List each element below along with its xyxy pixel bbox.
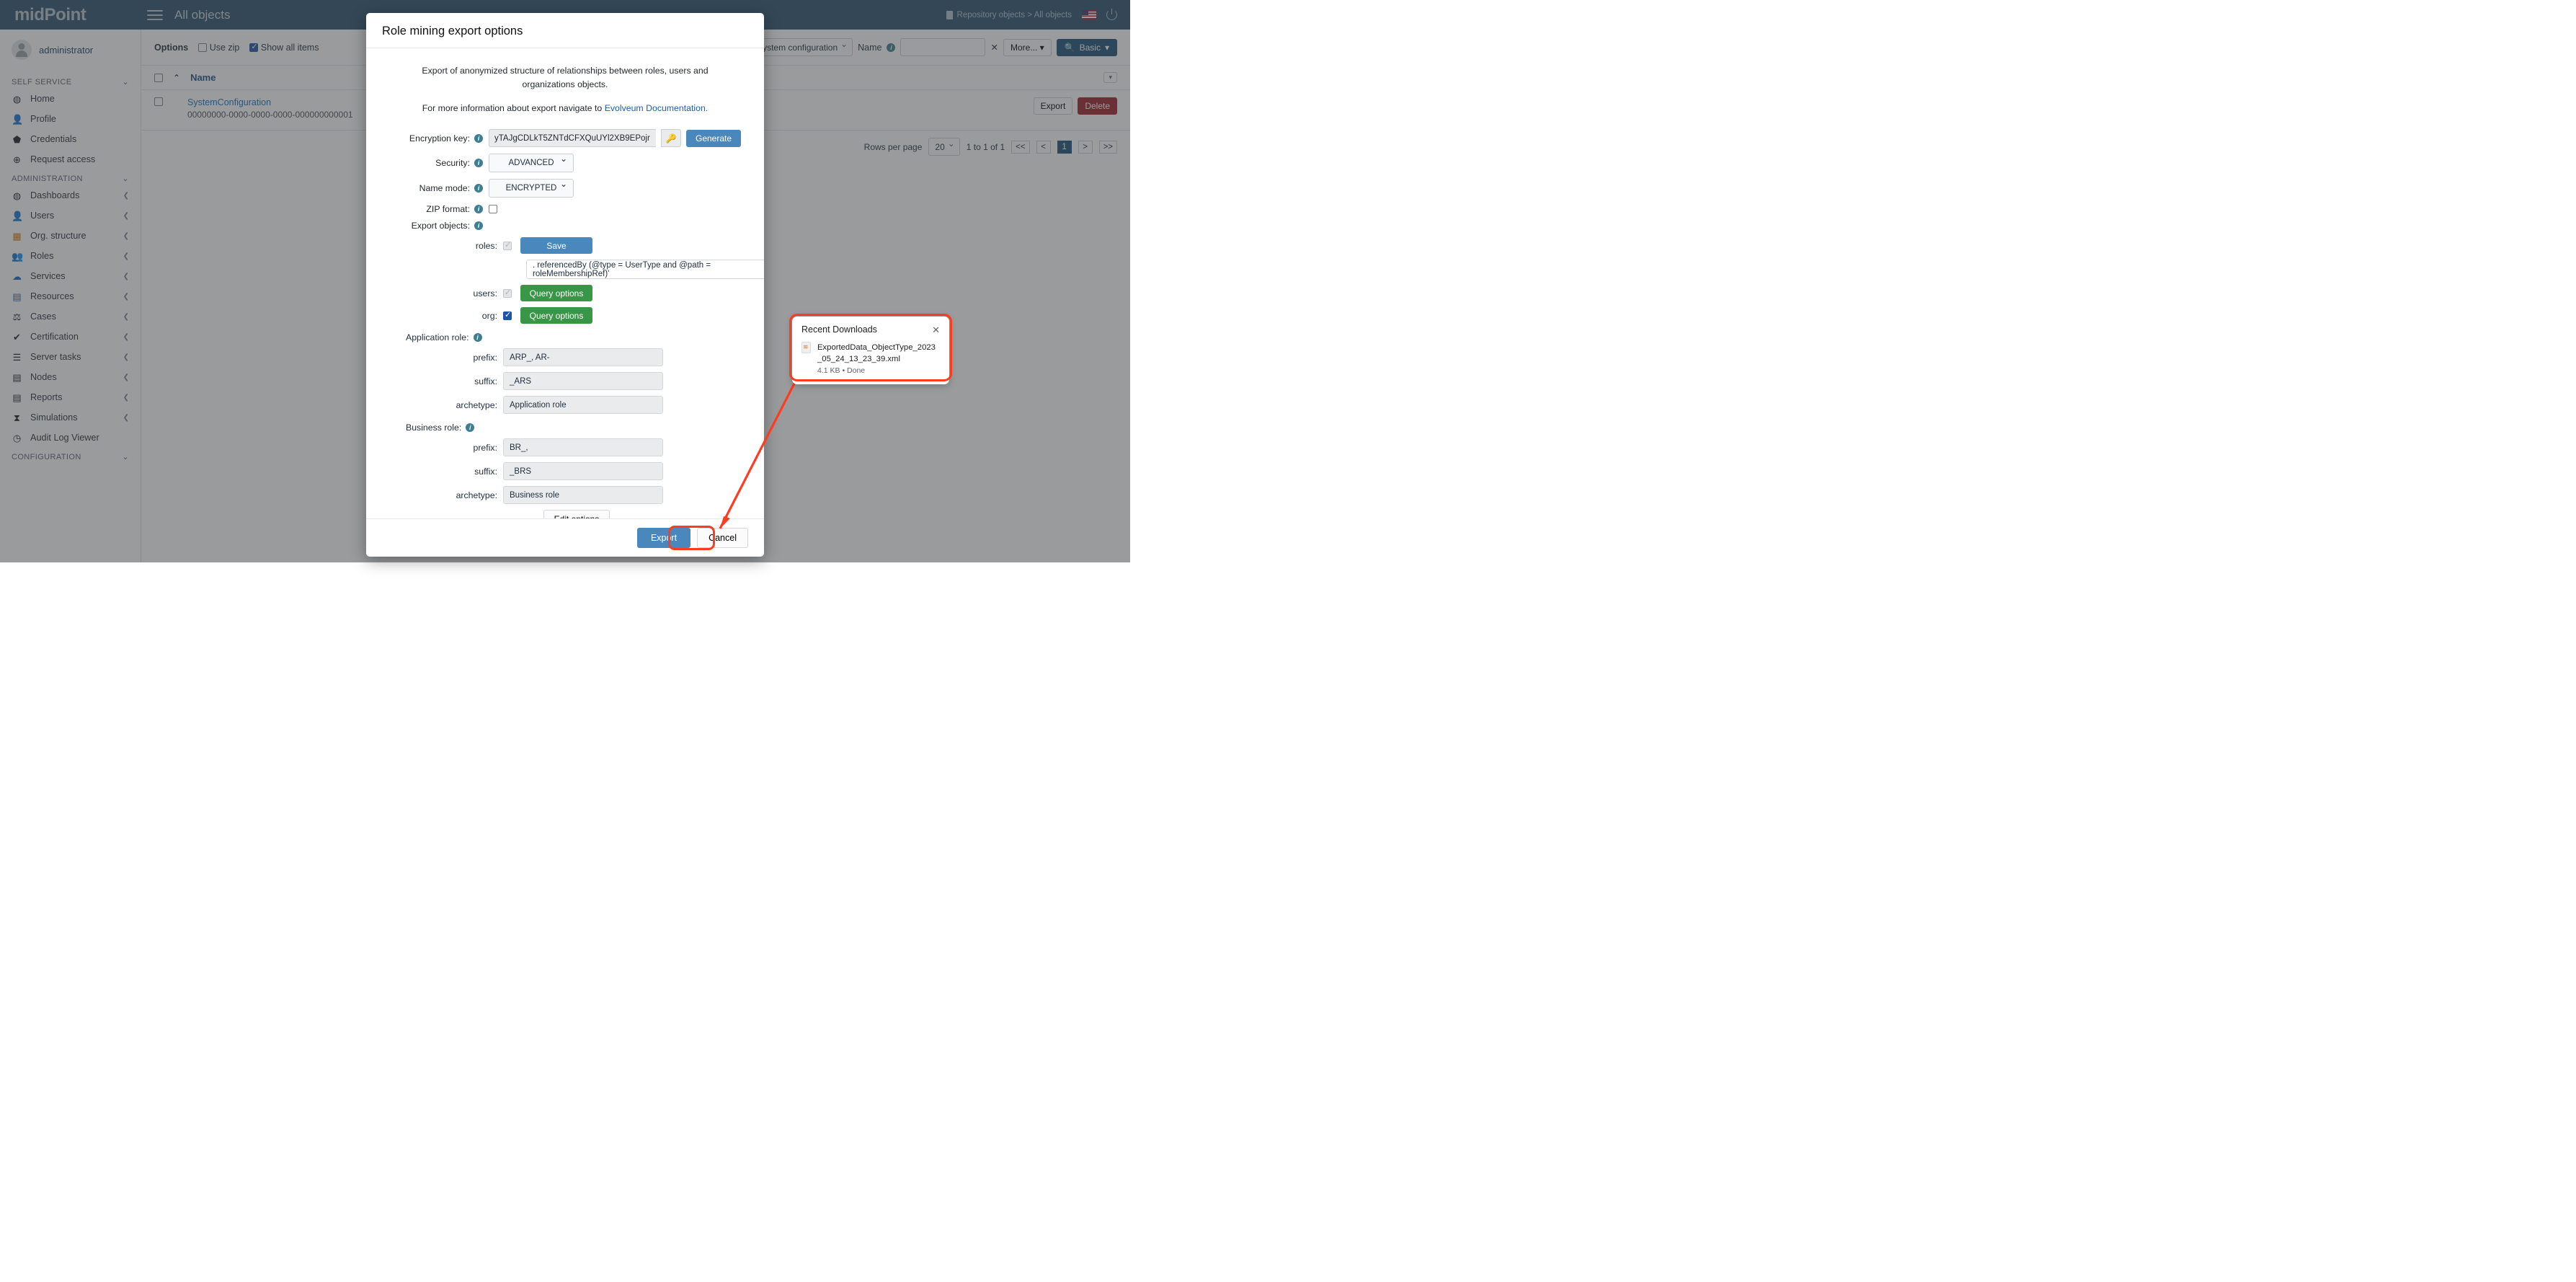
app-role-prefix-input[interactable]: ARP_, AR-: [503, 348, 663, 367]
users-checkbox[interactable]: [503, 288, 512, 298]
name-mode-label: Name mode:: [419, 183, 470, 194]
app-role-prefix-label: prefix:: [473, 352, 498, 363]
app-role-suffix-label: suffix:: [474, 376, 497, 386]
biz-role-prefix-label: prefix:: [473, 442, 498, 453]
info-icon[interactable]: i: [474, 133, 483, 143]
org-query-options-button[interactable]: Query options: [520, 307, 592, 324]
app-role-archetype-label: archetype:: [456, 399, 497, 410]
biz-role-archetype-row: archetype: Business role: [382, 486, 748, 505]
zip-format-row: ZIP format: i: [382, 204, 748, 214]
encryption-key-row: Encryption key: i yTAJgCDLkT5ZNTdCFXQuUY…: [382, 129, 748, 148]
download-item[interactable]: ExportedData_ObjectType_2023_05_24_13_23…: [801, 342, 940, 375]
more-info-prefix: For more information about export naviga…: [422, 103, 603, 114]
users-row: users: Query options: [382, 285, 748, 302]
org-row: org: Query options: [382, 307, 748, 324]
export-objects-label: Export objects:: [411, 221, 470, 231]
encryption-key-control: yTAJgCDLkT5ZNTdCFXQuUYl2XB9EPojr 🔑 Gener…: [489, 129, 742, 148]
biz-role-suffix-label: suffix:: [474, 466, 497, 477]
close-icon[interactable]: ✕: [932, 325, 940, 335]
modal-description: Export of anonymized structure of relati…: [422, 66, 709, 90]
application-role-section-title: Application role: i: [406, 332, 748, 342]
downloads-header: Recent Downloads ✕: [801, 324, 940, 335]
security-label: Security:: [435, 158, 470, 169]
modal-header: Role mining export options: [366, 13, 764, 48]
business-role-title: Business role:: [406, 423, 462, 433]
modal-more-info: For more information about export naviga…: [382, 92, 748, 113]
app-role-archetype-input[interactable]: Application role: [503, 396, 663, 415]
info-icon[interactable]: i: [474, 205, 483, 214]
info-icon[interactable]: i: [474, 159, 483, 168]
key-icon[interactable]: 🔑: [661, 129, 681, 148]
encryption-key-input[interactable]: yTAJgCDLkT5ZNTdCFXQuUYl2XB9EPojr: [489, 129, 656, 148]
info-icon[interactable]: i: [474, 221, 483, 231]
generate-button[interactable]: Generate: [686, 129, 742, 147]
modal-export-button[interactable]: Export: [636, 528, 691, 548]
biz-role-suffix-input[interactable]: _BRS: [503, 462, 663, 481]
download-file-name: ExportedData_ObjectType_2023_05_24_13_23…: [817, 343, 936, 364]
roles-checkbox[interactable]: [503, 240, 512, 250]
users-label: users:: [473, 288, 498, 299]
security-label-wrap: Security: i: [382, 158, 489, 168]
app-role-prefix-row: prefix: ARP_, AR-: [382, 348, 748, 367]
export-objects-label-wrap: Export objects: i: [382, 221, 489, 231]
name-mode-row: Name mode: i ENCRYPTED: [382, 179, 748, 198]
roles-save-button[interactable]: Save: [520, 237, 592, 255]
security-row: Security: i ADVANCED: [382, 154, 748, 173]
biz-role-prefix-row: prefix: BR_,: [382, 438, 748, 457]
app-role-suffix-input[interactable]: _ARS: [503, 372, 663, 391]
application-role-title: Application role:: [406, 332, 469, 343]
info-icon[interactable]: i: [473, 333, 482, 342]
info-icon[interactable]: i: [466, 423, 475, 433]
zip-format-label: ZIP format:: [426, 204, 470, 215]
roles-label: roles:: [475, 240, 497, 251]
roles-query-input[interactable]: . referencedBy (@type = UserType and @pa…: [526, 260, 764, 280]
zip-format-checkbox[interactable]: [489, 205, 497, 214]
zip-format-label-wrap: ZIP format: i: [382, 204, 489, 214]
info-icon[interactable]: i: [474, 184, 483, 193]
modal-footer: Export Cancel: [366, 518, 764, 557]
edit-options-button[interactable]: Edit options: [543, 510, 610, 518]
biz-role-suffix-row: suffix: _BRS: [382, 462, 748, 481]
users-query-options-button[interactable]: Query options: [520, 285, 592, 302]
encryption-key-label-wrap: Encryption key: i: [382, 133, 489, 143]
modal-body: Export of anonymized structure of relati…: [366, 48, 764, 518]
name-mode-label-wrap: Name mode: i: [382, 183, 489, 193]
security-select[interactable]: ADVANCED: [489, 154, 574, 173]
export-options-form: Encryption key: i yTAJgCDLkT5ZNTdCFXQuUY…: [382, 129, 764, 518]
org-label: org:: [481, 310, 497, 321]
biz-role-archetype-input[interactable]: Business role: [503, 486, 663, 505]
download-meta: 4.1 KB • Done: [817, 366, 866, 376]
roles-row: roles: Save: [382, 237, 748, 255]
biz-role-prefix-input[interactable]: BR_,: [503, 438, 663, 457]
business-role-section-title: Business role: i: [406, 423, 748, 433]
export-objects-row: Export objects: i: [382, 221, 748, 231]
downloads-title: Recent Downloads: [801, 324, 877, 335]
evolveum-documentation-link[interactable]: Evolveum Documentation.: [605, 103, 709, 113]
name-mode-select[interactable]: ENCRYPTED: [489, 179, 574, 198]
recent-downloads-popup: Recent Downloads ✕ ExportedData_ObjectTy…: [792, 317, 949, 385]
encryption-key-label: Encryption key:: [409, 133, 470, 143]
app-role-archetype-row: archetype: Application role: [382, 396, 748, 415]
role-mining-export-dialog: Role mining export options Export of ano…: [366, 13, 764, 557]
app-role-suffix-row: suffix: _ARS: [382, 372, 748, 391]
modal-cancel-button[interactable]: Cancel: [697, 528, 748, 548]
biz-role-archetype-label: archetype:: [456, 490, 497, 500]
org-checkbox[interactable]: [503, 310, 512, 320]
modal-title: Role mining export options: [382, 25, 523, 37]
xml-file-icon: [801, 342, 811, 353]
